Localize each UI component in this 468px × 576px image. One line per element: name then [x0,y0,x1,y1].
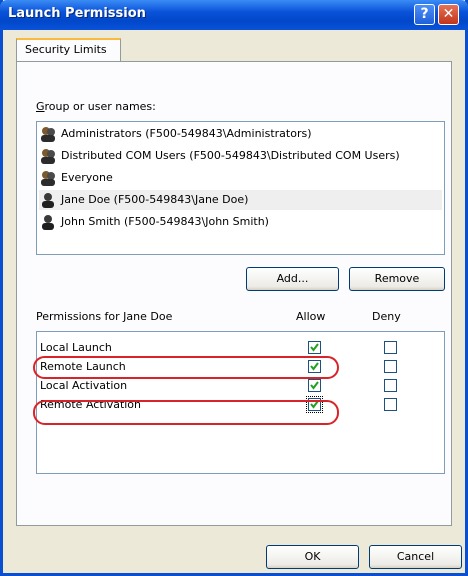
permission-row-local-activation: Local Activation [40,379,128,392]
remove-button[interactable]: Remove [349,267,445,291]
close-button[interactable]: ✕ [438,4,459,25]
list-item-selected[interactable]: Jane Doe (F500-549843\Jane Doe) [39,190,442,210]
launch-permission-dialog: Launch Permission ? ✕ Security Limits Gr… [0,0,468,576]
allow-checkbox-local-launch[interactable] [308,341,321,354]
deny-checkbox-local-launch[interactable] [384,341,397,354]
permission-row-local-launch: Local Launch [40,341,112,354]
window-title: Launch Permission [8,6,146,21]
ok-button[interactable]: OK [266,545,359,569]
add-button[interactable]: Add... [246,267,339,291]
highlight-remote-activation [33,400,339,425]
permissions-header: Permissions for Jane Doe [36,310,173,323]
cancel-button[interactable]: Cancel [369,545,462,569]
user-list[interactable]: Administrators (F500-549843\Administrato… [36,121,445,255]
group-label-text: roup or user names: [44,100,156,113]
checkmark-icon [310,343,319,352]
list-item[interactable]: Administrators (F500-549843\Administrato… [39,124,442,144]
list-item[interactable]: Distributed COM Users (F500-549843\Distr… [39,146,442,166]
allow-header: Allow [296,310,326,323]
user-icon [42,215,54,230]
group-icon [41,127,55,142]
allow-checkbox-local-activation[interactable] [308,379,321,392]
highlight-remote-launch [33,356,339,379]
user-icon [42,193,54,208]
deny-checkbox-local-activation[interactable] [384,379,397,392]
deny-checkbox-remote-activation[interactable] [384,398,397,411]
checkmark-icon [310,381,319,390]
deny-checkbox-remote-launch[interactable] [384,360,397,373]
group-icon [41,171,55,186]
help-button[interactable]: ? [414,4,435,25]
title-bar[interactable]: Launch Permission ? ✕ [0,0,468,30]
group-or-user-names-label: Group or user names: [36,100,156,113]
deny-header: Deny [372,310,401,323]
list-item[interactable]: Everyone [39,168,442,188]
group-icon [41,149,55,164]
list-item[interactable]: John Smith (F500-549843\John Smith) [39,212,442,232]
tab-security-limits[interactable]: Security Limits [16,38,121,62]
